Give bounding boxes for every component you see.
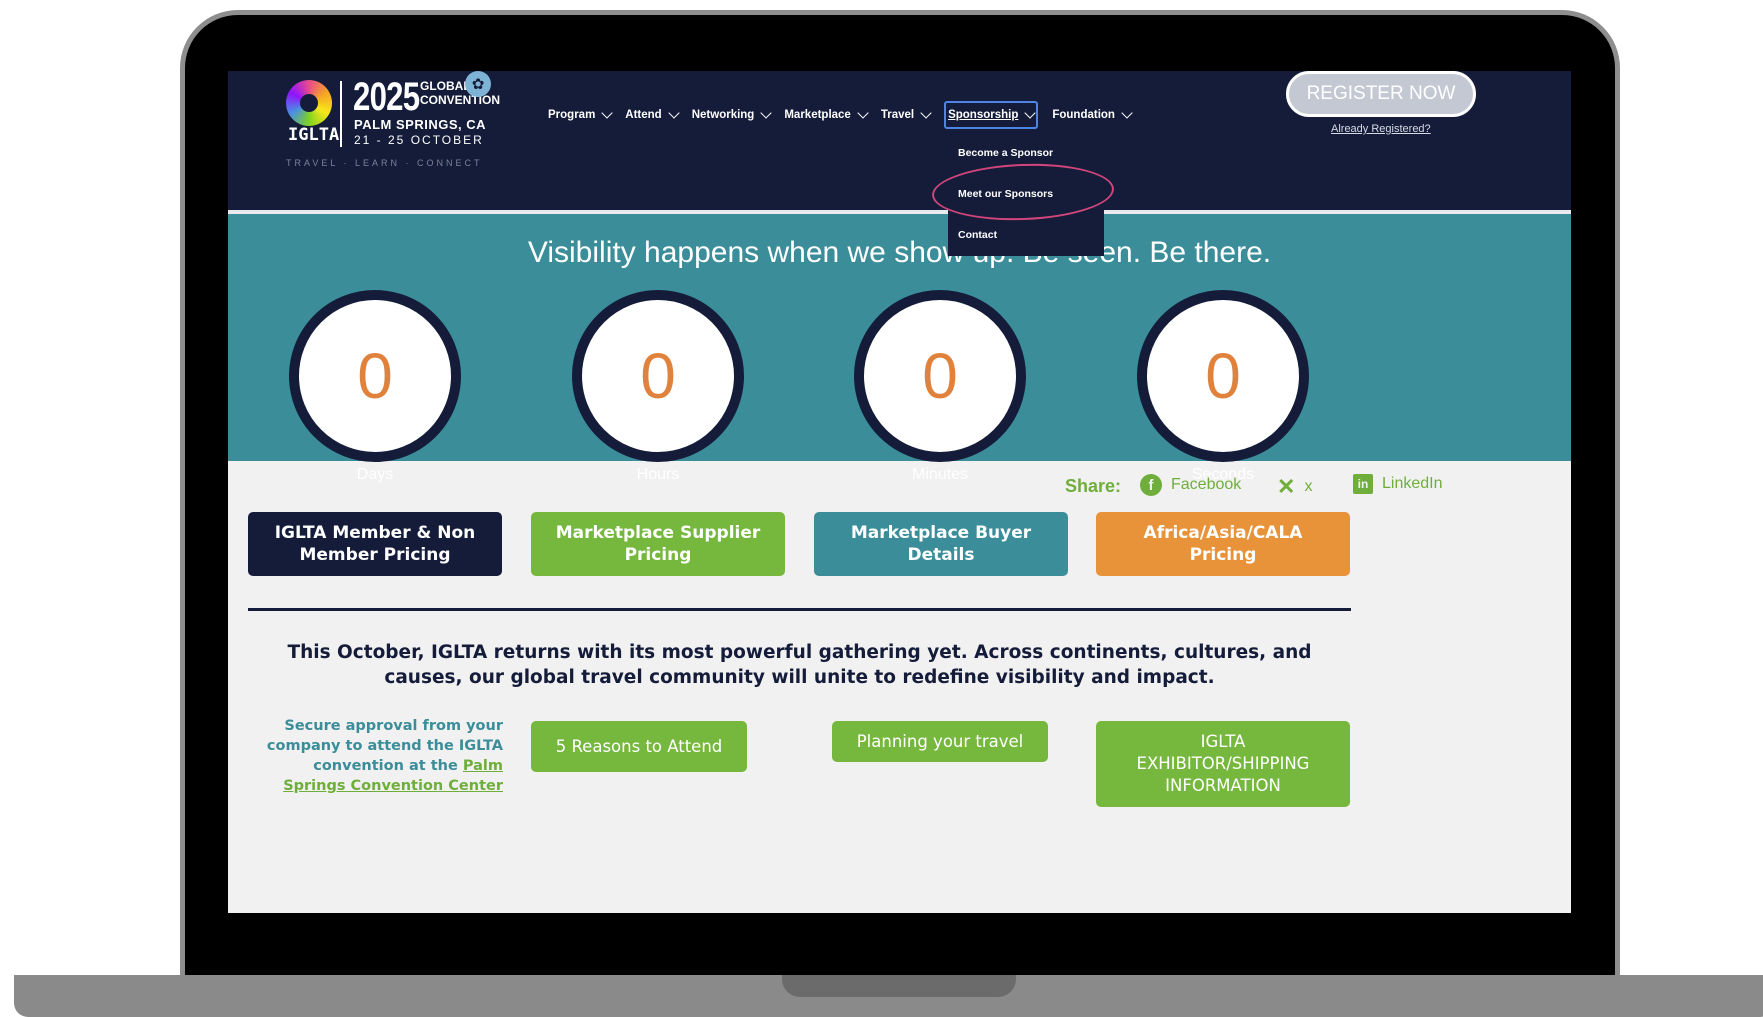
timer-label: Days	[356, 466, 394, 483]
timer-label: Minutes	[911, 466, 969, 483]
x-icon: ✕	[1277, 474, 1296, 499]
share-linkedin-link[interactable]: in LinkedIn	[1353, 474, 1443, 494]
chevron-down-icon	[920, 106, 932, 119]
linkedin-icon: in	[1353, 474, 1373, 494]
nav-label: Foundation	[1052, 109, 1115, 121]
laptop-stage: IGLTA 2025 GLOBAL CONVENTION ✿ PALM SPRI…	[0, 0, 1763, 1017]
logo-global: GLOBAL	[420, 79, 471, 93]
share-facebook-link[interactable]: f Facebook	[1140, 474, 1241, 496]
nav-travel[interactable]: Travel	[880, 105, 932, 125]
timer-hours: 0 Hours	[568, 290, 748, 484]
nav-label: Travel	[880, 109, 915, 121]
convention-logo[interactable]: IGLTA 2025 GLOBAL CONVENTION ✿ PALM SPRI…	[278, 71, 588, 195]
browser-screen: IGLTA 2025 GLOBAL CONVENTION ✿ PALM SPRI…	[228, 71, 1571, 913]
chevron-down-icon	[601, 106, 613, 119]
nav-marketplace[interactable]: Marketplace	[784, 105, 869, 125]
nav-attend[interactable]: Attend	[625, 105, 680, 125]
chevron-down-icon	[1024, 106, 1037, 119]
nav-networking[interactable]: Networking	[691, 105, 773, 125]
timer-seconds: 0 Seconds	[1133, 290, 1313, 484]
nav-label: Networking	[691, 109, 755, 121]
approval-text: Secure approval from your company to att…	[248, 716, 503, 796]
logo-year: 2025	[353, 75, 420, 119]
nav-sponsorship[interactable]: Sponsorship	[944, 101, 1039, 129]
already-registered-link[interactable]: Already Registered?	[1331, 123, 1431, 135]
logo-org: IGLTA	[288, 125, 340, 145]
laptop-notch	[782, 975, 1016, 997]
exhibitor-shipping-info-button[interactable]: IGLTA EXHIBITOR/SHIPPING INFORMATION	[1096, 721, 1350, 807]
chevron-down-icon	[857, 106, 869, 119]
chevron-down-icon	[668, 106, 680, 119]
logo-convention: CONVENTION	[420, 93, 501, 107]
share-link-label: x	[1304, 478, 1313, 495]
timer-days: 0 Days	[285, 290, 465, 484]
nav-label: Sponsorship	[948, 109, 1019, 121]
timer-value: 0	[854, 290, 1026, 462]
timer-label: Hours	[636, 466, 680, 483]
planning-travel-button[interactable]: Planning your travel	[832, 721, 1048, 762]
share-link-label: Facebook	[1171, 476, 1242, 493]
member-pricing-button[interactable]: IGLTA Member & Non Member Pricing	[248, 512, 502, 576]
countdown-headline: Visibility happens when we show up. Be s…	[527, 236, 1272, 269]
flower-logo-icon	[286, 80, 332, 126]
nav-label: Attend	[625, 109, 662, 121]
buyer-details-button[interactable]: Marketplace Buyer Details	[814, 512, 1068, 576]
dropdown-contact[interactable]: Contact	[958, 229, 1094, 270]
logo-divider	[340, 81, 342, 147]
logo-city: PALM SPRINGS, CA	[354, 117, 486, 132]
countdown-section: Visibility happens when we show up. Be s…	[228, 214, 1571, 483]
palm-tree-icon: ✿	[465, 71, 491, 97]
nav-label: Marketplace	[784, 109, 851, 121]
section-divider	[248, 608, 1351, 611]
timer-minutes: 0 Minutes	[850, 290, 1030, 484]
share-label: Share:	[1065, 476, 1122, 496]
logo-tagline: TRAVEL · LEARN · CONNECT	[286, 158, 483, 168]
chevron-down-icon	[760, 106, 773, 119]
logo-dates: 21 - 25 OCTOBER	[354, 133, 484, 147]
africa-asia-cala-pricing-button[interactable]: Africa/Asia/CALA Pricing	[1096, 512, 1350, 576]
reasons-to-attend-button[interactable]: 5 Reasons to Attend	[531, 721, 747, 772]
nav-program[interactable]: Program	[548, 105, 613, 125]
share-link-label: LinkedIn	[1382, 475, 1443, 492]
main-nav: Program Attend Networking Marketplace Tr…	[548, 101, 1145, 129]
supplier-pricing-button[interactable]: Marketplace Supplier Pricing	[531, 512, 785, 576]
site-header: IGLTA 2025 GLOBAL CONVENTION ✿ PALM SPRI…	[228, 71, 1571, 211]
chevron-down-icon	[1121, 106, 1133, 119]
register-now-button[interactable]: REGISTER NOW	[1286, 71, 1476, 117]
intro-paragraph: This October, IGLTA returns with its mos…	[287, 642, 1312, 688]
timer-value: 0	[289, 290, 461, 462]
nav-foundation[interactable]: Foundation	[1052, 105, 1133, 125]
share-x-link[interactable]: ✕ x	[1277, 474, 1312, 500]
nav-label: Program	[548, 109, 596, 121]
timer-value: 0	[572, 290, 744, 462]
facebook-icon: f	[1140, 474, 1162, 496]
timer-value: 0	[1137, 290, 1309, 462]
